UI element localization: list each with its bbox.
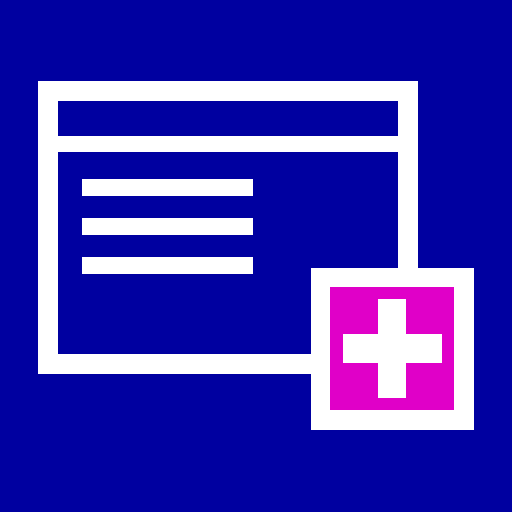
- add-window-icon: [38, 81, 474, 430]
- plus-horizontal: [343, 334, 442, 363]
- add-badge-icon: [311, 268, 474, 430]
- content-line: [82, 257, 253, 274]
- icon-canvas: [0, 0, 512, 512]
- content-line: [82, 218, 253, 235]
- content-line: [82, 179, 253, 196]
